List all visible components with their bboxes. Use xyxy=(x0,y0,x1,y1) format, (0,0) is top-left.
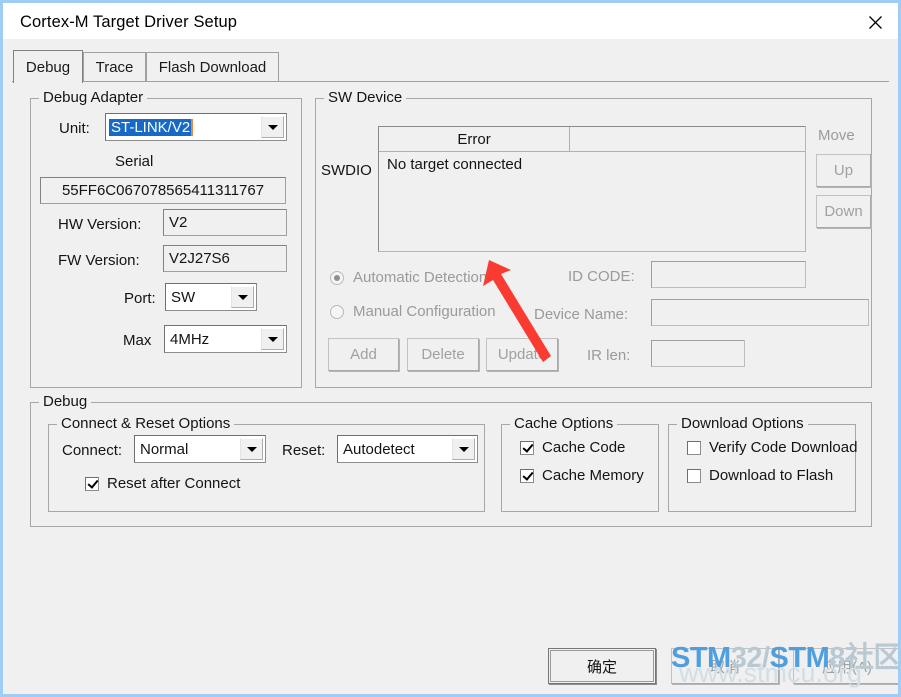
ok-button[interactable]: 确定 xyxy=(548,648,656,684)
dialog-footer: 确定 取消 应用(A) xyxy=(3,0,898,694)
apply-button[interactable]: 应用(A) xyxy=(793,648,898,684)
tab-debug[interactable]: Debug xyxy=(13,50,83,83)
tab-debug-label: Debug xyxy=(25,58,71,76)
cancel-button[interactable]: 取消 xyxy=(671,648,779,684)
cortex-m-target-driver-setup-dialog: Cortex-M Target Driver Setup Debug Trace… xyxy=(0,0,901,697)
